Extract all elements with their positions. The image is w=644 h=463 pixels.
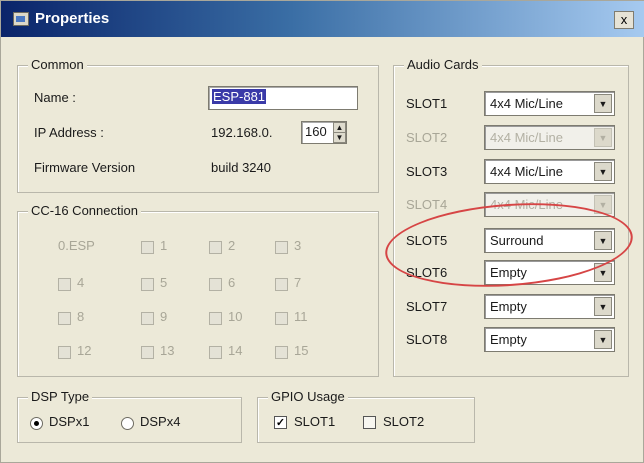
- chevron-down-icon[interactable]: ▼: [594, 263, 612, 282]
- window-title: Properties: [35, 10, 110, 27]
- cc16-label-12: 12: [77, 343, 92, 358]
- cc16-checkbox-9[interactable]: [141, 312, 154, 325]
- cc16-label-14: 14: [228, 343, 243, 358]
- slot3-value: 4x4 Mic/Line: [490, 164, 563, 179]
- slot6-select[interactable]: Empty ▼: [484, 260, 615, 285]
- common-group: Common Name : ESP-881 IP Address : 192.1…: [17, 57, 379, 193]
- cc16-checkbox-2[interactable]: [209, 241, 222, 254]
- cc16-checkbox-3[interactable]: [275, 241, 288, 254]
- chevron-down-icon[interactable]: ▼: [594, 94, 612, 113]
- gpio-slot1-label[interactable]: SLOT1: [294, 414, 335, 429]
- cc16-checkbox-8[interactable]: [58, 312, 71, 325]
- cc16-label-1: 1: [160, 238, 168, 253]
- chevron-down-icon[interactable]: ▼: [594, 162, 612, 181]
- dsp-type-group: DSP Type DSPx1 DSPx4: [17, 389, 242, 443]
- cc16-checkbox-7[interactable]: [275, 278, 288, 291]
- common-legend: Common: [28, 57, 87, 72]
- audio-cards-group: Audio Cards SLOT1 4x4 Mic/Line ▼ SLOT2 4…: [393, 57, 629, 377]
- chevron-down-icon[interactable]: ▼: [594, 128, 612, 147]
- slot7-label: SLOT7: [406, 299, 448, 314]
- cc16-checkbox-10[interactable]: [209, 312, 222, 325]
- slot8-select[interactable]: Empty ▼: [484, 327, 615, 352]
- name-value: ESP-881: [212, 89, 267, 104]
- cc16-checkbox-4[interactable]: [58, 278, 71, 291]
- close-button[interactable]: x: [614, 11, 634, 29]
- name-field[interactable]: ESP-881: [208, 86, 358, 110]
- cc16-checkbox-11[interactable]: [275, 312, 288, 325]
- cc16-label-8: 8: [77, 309, 85, 324]
- audio-cards-legend: Audio Cards: [404, 57, 482, 72]
- slot4-label: SLOT4: [406, 197, 448, 212]
- cc16-checkbox-1[interactable]: [141, 241, 154, 254]
- cc16-label-15: 15: [294, 343, 309, 358]
- slot8-value: Empty: [490, 332, 527, 347]
- title-bar[interactable]: Properties x: [1, 1, 644, 37]
- slot6-label: SLOT6: [406, 265, 448, 280]
- cc16-label-2: 2: [228, 238, 236, 253]
- gpio-slot2-checkbox[interactable]: [363, 416, 376, 429]
- cc16-checkbox-5[interactable]: [141, 278, 154, 291]
- cc16-checkbox-12[interactable]: [58, 346, 71, 359]
- chevron-down-icon[interactable]: ▼: [594, 297, 612, 316]
- chevron-down-icon[interactable]: ▼: [594, 330, 612, 349]
- slot1-select[interactable]: 4x4 Mic/Line ▼: [484, 91, 615, 116]
- chevron-down-icon[interactable]: ▼: [594, 231, 612, 250]
- cc16-label-4: 4: [77, 275, 85, 290]
- slot1-value: 4x4 Mic/Line: [490, 96, 563, 111]
- cc16-legend: CC-16 Connection: [28, 203, 141, 218]
- cc16-label-10: 10: [228, 309, 243, 324]
- spin-up-icon[interactable]: ▲: [334, 123, 345, 133]
- firmware-label: Firmware Version: [34, 160, 136, 175]
- slot5-value: Surround: [490, 233, 544, 248]
- cc16-checkbox-14[interactable]: [209, 346, 222, 359]
- slot4-select[interactable]: 4x4 Mic/Line ▼: [484, 192, 615, 217]
- cc16-label-7: 7: [294, 275, 302, 290]
- chevron-down-icon[interactable]: ▼: [594, 195, 612, 214]
- firmware-value: build 3240: [211, 160, 271, 175]
- cc16-checkbox-15[interactable]: [275, 346, 288, 359]
- cc16-label-11: 11: [294, 309, 308, 324]
- cc16-label-13: 13: [160, 343, 175, 358]
- cc16-label-9: 9: [160, 309, 168, 324]
- cc16-label-5: 5: [160, 275, 168, 290]
- slot1-label: SLOT1: [406, 96, 448, 111]
- slot4-value: 4x4 Mic/Line: [490, 197, 563, 212]
- slot3-label: SLOT3: [406, 164, 448, 179]
- dsp-type-legend: DSP Type: [28, 389, 93, 404]
- slot6-value: Empty: [490, 265, 527, 280]
- cc16-checkbox-6[interactable]: [209, 278, 222, 291]
- slot2-value: 4x4 Mic/Line: [490, 130, 563, 145]
- ip-spin-control[interactable]: ▲ ▼: [333, 122, 346, 143]
- dspx4-radio[interactable]: [121, 417, 134, 430]
- ip-last-octet-value: 160: [305, 124, 327, 139]
- cc16-label-3: 3: [294, 238, 302, 253]
- slot2-label: SLOT2: [406, 130, 448, 145]
- properties-dialog: Properties x Common Name : ESP-881 IP Ad…: [0, 0, 644, 463]
- cc16-connection-group: CC-16 Connection 0.ESP 1 2 3 4 5 6 7 8 9…: [17, 203, 379, 377]
- spin-down-icon[interactable]: ▼: [334, 133, 345, 143]
- slot2-select[interactable]: 4x4 Mic/Line ▼: [484, 125, 615, 150]
- ip-prefix: 192.168.0.: [211, 125, 273, 140]
- slot5-select[interactable]: Surround ▼: [484, 228, 615, 253]
- slot8-label: SLOT8: [406, 332, 448, 347]
- slot5-label: SLOT5: [406, 233, 448, 248]
- cc16-checkbox-13[interactable]: [141, 346, 154, 359]
- slot7-value: Empty: [490, 299, 527, 314]
- dspx1-radio[interactable]: [30, 417, 43, 430]
- gpio-usage-legend: GPIO Usage: [268, 389, 348, 404]
- name-label: Name :: [34, 90, 76, 105]
- slot3-select[interactable]: 4x4 Mic/Line ▼: [484, 159, 615, 184]
- gpio-usage-group: GPIO Usage ✓ SLOT1 SLOT2: [257, 389, 475, 443]
- gpio-slot2-label[interactable]: SLOT2: [383, 414, 424, 429]
- cc16-esp-label: 0.ESP: [58, 238, 95, 253]
- dspx1-label[interactable]: DSPx1: [49, 414, 89, 429]
- gpio-slot1-checkbox[interactable]: ✓: [274, 416, 287, 429]
- dspx4-label[interactable]: DSPx4: [140, 414, 180, 429]
- slot7-select[interactable]: Empty ▼: [484, 294, 615, 319]
- window-icon: [13, 12, 29, 26]
- ip-address-label: IP Address :: [34, 125, 104, 140]
- cc16-label-6: 6: [228, 275, 236, 290]
